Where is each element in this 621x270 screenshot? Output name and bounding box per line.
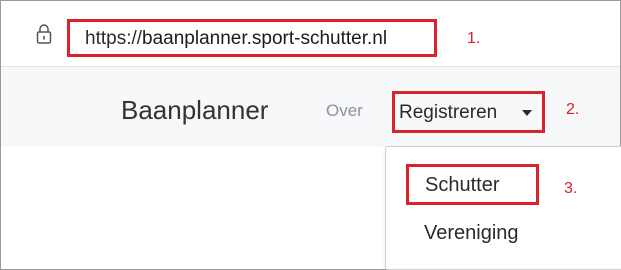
dropdown-item-label: Schutter xyxy=(425,174,500,196)
site-brand[interactable]: Baanplanner xyxy=(121,95,268,126)
url-field[interactable]: https://baanplanner.sport-schutter.nl xyxy=(67,19,437,57)
annotation-step-3: 3. xyxy=(564,180,578,197)
dropdown-item-vereniging[interactable]: Vereniging xyxy=(424,222,519,245)
annotation-step-1: 1. xyxy=(467,30,481,47)
dropdown-item-label: Vereniging xyxy=(424,222,519,244)
dropdown-item-schutter[interactable]: Schutter xyxy=(406,164,539,205)
annotation-step-2: 2. xyxy=(566,101,580,118)
nav-item-over[interactable]: Over xyxy=(326,101,363,121)
url-text: https://baanplanner.sport-schutter.nl xyxy=(85,28,388,49)
nav-item-registreren[interactable]: Registreren xyxy=(392,91,545,133)
browser-address-bar: https://baanplanner.sport-schutter.nl 1. xyxy=(1,1,620,67)
caret-down-icon xyxy=(522,110,532,116)
lock-icon xyxy=(36,24,52,44)
nav-item-registreren-label: Registreren xyxy=(399,102,498,123)
